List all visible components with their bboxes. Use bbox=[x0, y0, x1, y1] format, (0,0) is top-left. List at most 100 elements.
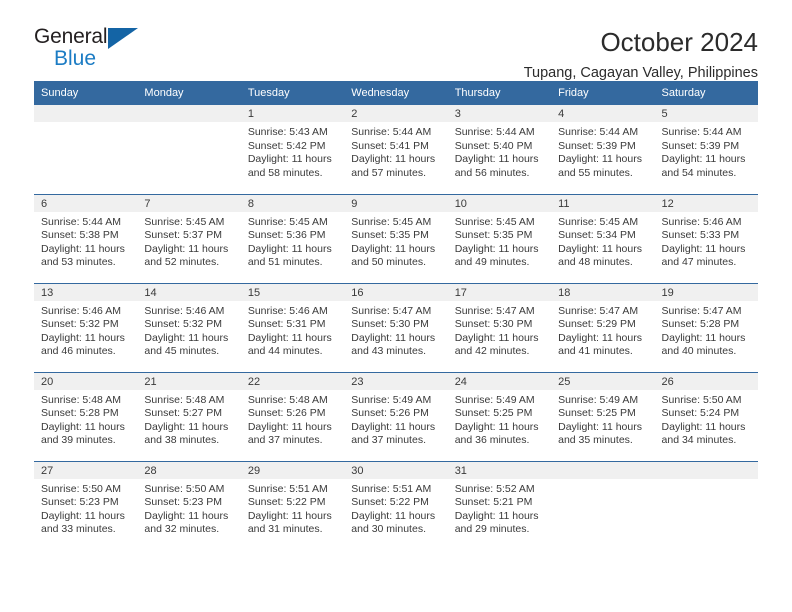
calendar-week-row: 6 Sunrise: 5:44 AM Sunset: 5:38 PM Daylight… bbox=[34, 193, 758, 283]
calendar-day-cell[interactable]: 23 Sunrise: 5:49 AM Sunset: 5:26 PM Dayligh… bbox=[344, 371, 448, 461]
calendar-day-cell[interactable]: 20 Sunrise: 5:48 AM Sunset: 5:28 PM Dayligh… bbox=[34, 371, 138, 461]
calendar-day-cell[interactable]: 17 Sunrise: 5:47 AM Sunset: 5:30 PM Dayligh… bbox=[447, 282, 552, 372]
day-details: Sunrise: 5:48 AM Sunset: 5:28 PM Daylight:… bbox=[34, 390, 137, 448]
calendar-day-cell[interactable]: 29 Sunrise: 5:51 AM Sunset: 5:22 PM Dayligh… bbox=[240, 460, 345, 550]
calendar-day-cell[interactable]: 8 Sunrise: 5:45 AM Sunset: 5:36 PM Daylight… bbox=[240, 193, 345, 283]
calendar-day-cell bbox=[137, 105, 241, 194]
calendar-day-cell[interactable]: 1 Sunrise: 5:43 AM Sunset: 5:42 PM Daylight… bbox=[240, 105, 345, 194]
calendar-day-cell[interactable]: 5 Sunrise: 5:44 AM Sunset: 5:39 PM Daylight… bbox=[654, 105, 758, 194]
sunrise-text: Sunrise: 5:47 AM bbox=[661, 304, 742, 317]
calendar-day-cell[interactable]: 22 Sunrise: 5:48 AM Sunset: 5:26 PM Dayligh… bbox=[240, 371, 345, 461]
day-number: 23 bbox=[344, 372, 448, 390]
generalblue-logo[interactable]: General Blue bbox=[34, 26, 144, 74]
day-cell-inner: 18 Sunrise: 5:47 AM Sunset: 5:29 PM Dayligh… bbox=[551, 283, 655, 372]
calendar-day-cell[interactable]: 2 Sunrise: 5:44 AM Sunset: 5:41 PM Daylight… bbox=[344, 105, 448, 194]
calendar-day-cell[interactable]: 4 Sunrise: 5:44 AM Sunset: 5:39 PM Daylight… bbox=[551, 105, 655, 194]
day-cell-inner: 22 Sunrise: 5:48 AM Sunset: 5:26 PM Dayligh… bbox=[240, 372, 345, 461]
calendar-day-cell[interactable]: 24 Sunrise: 5:49 AM Sunset: 5:25 PM Dayligh… bbox=[447, 371, 552, 461]
day-cell-inner: 1 Sunrise: 5:43 AM Sunset: 5:42 PM Daylight… bbox=[240, 105, 345, 194]
calendar-day-cell[interactable]: 9 Sunrise: 5:45 AM Sunset: 5:35 PM Daylight… bbox=[344, 193, 448, 283]
sunrise-text: Sunrise: 5:52 AM bbox=[454, 482, 535, 495]
day-details: Sunrise: 5:44 AM Sunset: 5:39 PM Daylight:… bbox=[655, 122, 758, 180]
calendar-day-cell[interactable]: 13 Sunrise: 5:46 AM Sunset: 5:32 PM Dayligh… bbox=[34, 282, 138, 372]
day-cell-inner: 27 Sunrise: 5:50 AM Sunset: 5:23 PM Dayligh… bbox=[34, 461, 138, 551]
daylight-text: Daylight: 11 hours and 55 minutes. bbox=[558, 153, 642, 179]
day-details: Sunrise: 5:52 AM Sunset: 5:21 PM Daylight:… bbox=[448, 479, 551, 537]
page-subtitle: Tupang, Cagayan Valley, Philippines bbox=[523, 64, 758, 81]
day-cell-inner: 7 Sunrise: 5:45 AM Sunset: 5:37 PM Daylight… bbox=[137, 194, 241, 283]
day-details: Sunrise: 5:49 AM Sunset: 5:26 PM Daylight:… bbox=[344, 390, 447, 448]
calendar-day-cell[interactable]: 31 Sunrise: 5:52 AM Sunset: 5:21 PM Dayligh… bbox=[447, 460, 552, 550]
day-number: 18 bbox=[551, 283, 655, 301]
daylight-text: Daylight: 11 hours and 38 minutes. bbox=[144, 420, 229, 447]
calendar-day-cell[interactable]: 10 Sunrise: 5:45 AM Sunset: 5:35 PM Dayligh… bbox=[447, 193, 552, 283]
day-details: Sunrise: 5:45 AM Sunset: 5:35 PM Daylight:… bbox=[448, 212, 551, 270]
calendar-day-cell[interactable]: 30 Sunrise: 5:51 AM Sunset: 5:22 PM Dayligh… bbox=[344, 460, 448, 550]
calendar-day-cell[interactable]: 27 Sunrise: 5:50 AM Sunset: 5:23 PM Dayligh… bbox=[34, 460, 138, 551]
calendar-day-cell[interactable]: 25 Sunrise: 5:49 AM Sunset: 5:25 PM Dayligh… bbox=[551, 371, 655, 461]
day-cell-inner: 23 Sunrise: 5:49 AM Sunset: 5:26 PM Dayligh… bbox=[344, 372, 448, 461]
day-number: 9 bbox=[344, 194, 448, 212]
day-number bbox=[551, 461, 655, 479]
day-details: Sunrise: 5:48 AM Sunset: 5:27 PM Daylight:… bbox=[137, 390, 240, 448]
day-number: 29 bbox=[240, 461, 345, 479]
calendar-day-cell[interactable]: 11 Sunrise: 5:45 AM Sunset: 5:34 PM Dayligh… bbox=[551, 193, 655, 283]
day-cell-inner: 14 Sunrise: 5:46 AM Sunset: 5:32 PM Dayligh… bbox=[137, 283, 241, 372]
daylight-text: Daylight: 11 hours and 37 minutes. bbox=[351, 420, 436, 447]
calendar-day-cell[interactable]: 12 Sunrise: 5:46 AM Sunset: 5:33 PM Dayligh… bbox=[654, 193, 758, 283]
calendar-day-cell[interactable]: 16 Sunrise: 5:47 AM Sunset: 5:30 PM Dayligh… bbox=[344, 282, 448, 372]
day-number: 31 bbox=[447, 461, 552, 479]
day-number: 25 bbox=[551, 372, 655, 390]
day-cell-inner: 6 Sunrise: 5:44 AM Sunset: 5:38 PM Daylight… bbox=[34, 194, 138, 283]
sunrise-text: Sunrise: 5:46 AM bbox=[661, 215, 742, 228]
sunset-text: Sunset: 5:31 PM bbox=[247, 318, 326, 331]
sunset-text: Sunset: 5:21 PM bbox=[454, 496, 533, 509]
sunset-text: Sunset: 5:25 PM bbox=[558, 407, 636, 420]
calendar-week-row: 20 Sunrise: 5:48 AM Sunset: 5:28 PM Dayligh… bbox=[34, 371, 758, 461]
day-details: Sunrise: 5:48 AM Sunset: 5:26 PM Daylight:… bbox=[241, 390, 344, 448]
calendar-day-cell[interactable]: 28 Sunrise: 5:50 AM Sunset: 5:23 PM Dayligh… bbox=[137, 460, 241, 551]
calendar-day-cell[interactable]: 15 Sunrise: 5:46 AM Sunset: 5:31 PM Dayligh… bbox=[240, 282, 345, 372]
day-details: Sunrise: 5:46 AM Sunset: 5:31 PM Daylight:… bbox=[241, 301, 344, 359]
day-number bbox=[654, 461, 758, 479]
weekday-header-saturday: Saturday bbox=[654, 81, 758, 105]
day-details: Sunrise: 5:47 AM Sunset: 5:29 PM Daylight:… bbox=[551, 301, 654, 359]
day-number: 30 bbox=[344, 461, 448, 479]
calendar-day-cell[interactable]: 7 Sunrise: 5:45 AM Sunset: 5:37 PM Daylight… bbox=[137, 193, 241, 283]
day-number: 24 bbox=[447, 372, 552, 390]
calendar-week-row: 1 Sunrise: 5:43 AM Sunset: 5:42 PM Daylight… bbox=[34, 105, 758, 194]
calendar-day-cell[interactable]: 3 Sunrise: 5:44 AM Sunset: 5:40 PM Daylight… bbox=[447, 105, 552, 194]
calendar-day-cell[interactable]: 14 Sunrise: 5:46 AM Sunset: 5:32 PM Dayligh… bbox=[137, 282, 241, 372]
day-cell-inner: 28 Sunrise: 5:50 AM Sunset: 5:23 PM Dayligh… bbox=[137, 461, 241, 551]
sunrise-text: Sunrise: 5:50 AM bbox=[661, 393, 742, 406]
sunrise-text: Sunrise: 5:44 AM bbox=[661, 126, 742, 138]
daylight-text: Daylight: 11 hours and 32 minutes. bbox=[144, 509, 229, 536]
calendar-day-cell[interactable]: 26 Sunrise: 5:50 AM Sunset: 5:24 PM Dayligh… bbox=[654, 371, 758, 461]
calendar-day-cell[interactable]: 21 Sunrise: 5:48 AM Sunset: 5:27 PM Dayligh… bbox=[137, 371, 241, 461]
day-details: Sunrise: 5:46 AM Sunset: 5:33 PM Daylight:… bbox=[655, 212, 758, 270]
day-cell-inner: 4 Sunrise: 5:44 AM Sunset: 5:39 PM Daylight… bbox=[551, 105, 655, 194]
day-number: 8 bbox=[240, 194, 345, 212]
day-details: Sunrise: 5:44 AM Sunset: 5:41 PM Daylight:… bbox=[344, 122, 447, 180]
calendar-page: General Blue October 2024 Tupang, Cagaya… bbox=[0, 0, 792, 612]
sunset-text: Sunset: 5:39 PM bbox=[558, 139, 636, 152]
sunrise-text: Sunrise: 5:51 AM bbox=[247, 482, 328, 495]
day-number: 12 bbox=[654, 194, 758, 212]
sunset-text: Sunset: 5:30 PM bbox=[351, 318, 429, 331]
sunrise-text: Sunrise: 5:44 AM bbox=[351, 126, 432, 138]
day-cell-inner: 11 Sunrise: 5:45 AM Sunset: 5:34 PM Dayligh… bbox=[551, 194, 655, 283]
day-cell-inner: 21 Sunrise: 5:48 AM Sunset: 5:27 PM Dayligh… bbox=[137, 372, 241, 461]
sunrise-text: Sunrise: 5:49 AM bbox=[454, 393, 535, 406]
sunset-text: Sunset: 5:27 PM bbox=[144, 407, 223, 420]
calendar-day-cell[interactable]: 18 Sunrise: 5:47 AM Sunset: 5:29 PM Dayligh… bbox=[551, 282, 655, 372]
sunset-text: Sunset: 5:28 PM bbox=[661, 318, 740, 331]
title-block: October 2024 Tupang, Cagayan Valley, Phi… bbox=[524, 26, 758, 81]
daylight-text: Daylight: 11 hours and 53 minutes. bbox=[41, 242, 125, 269]
calendar-day-cell[interactable]: 19 Sunrise: 5:47 AM Sunset: 5:28 PM Dayligh… bbox=[654, 282, 758, 372]
day-details: Sunrise: 5:51 AM Sunset: 5:22 PM Daylight:… bbox=[241, 479, 344, 537]
day-details: Sunrise: 5:45 AM Sunset: 5:34 PM Daylight:… bbox=[551, 212, 654, 270]
day-number: 11 bbox=[551, 194, 655, 212]
calendar-day-cell[interactable]: 6 Sunrise: 5:44 AM Sunset: 5:38 PM Daylight… bbox=[34, 193, 138, 283]
calendar-body: 1 Sunrise: 5:43 AM Sunset: 5:42 PM Daylight… bbox=[34, 105, 758, 550]
sunrise-text: Sunrise: 5:45 AM bbox=[558, 215, 639, 228]
